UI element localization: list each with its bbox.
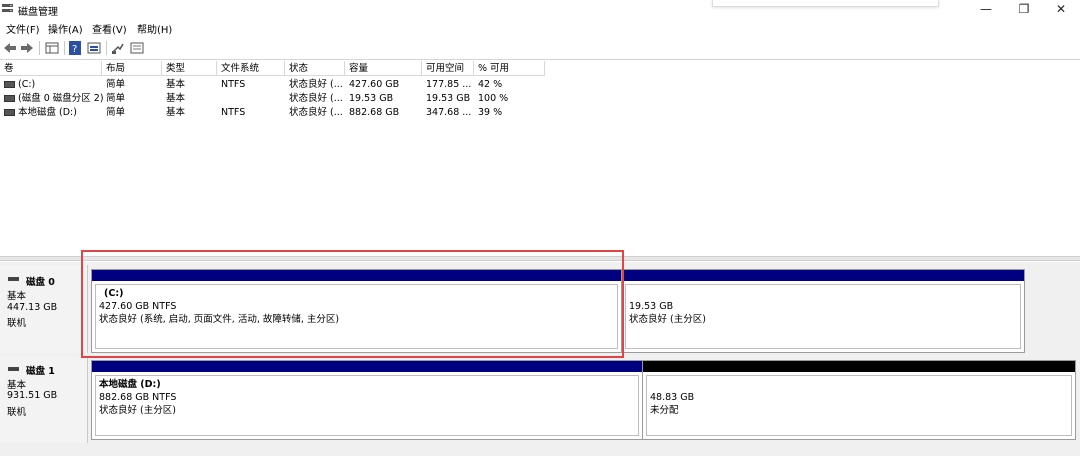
volume-layout: 简单 bbox=[106, 79, 126, 90]
volume-row[interactable]: 本地磁盘 (D:) 简单 基本 NTFS 状态良好 (... 882.68 GB… bbox=[0, 106, 560, 120]
partition-status: 状态良好 (主分区) bbox=[629, 314, 706, 325]
volume-status: 状态良好 (... bbox=[289, 93, 343, 104]
volume-status: 状态良好 (... bbox=[289, 79, 343, 90]
volume-name-cell: 本地磁盘 (D:) bbox=[0, 106, 104, 120]
partition-body: 48.83 GB 未分配 bbox=[646, 375, 1072, 436]
partition-d[interactable]: 本地磁盘 (D:) 882.68 GB NTFS 状态良好 (主分区) bbox=[91, 360, 643, 440]
partition-title: 本地磁盘 (D:) bbox=[99, 379, 161, 390]
disk-state: 联机 bbox=[7, 318, 27, 329]
disk-icon bbox=[8, 367, 19, 371]
volume-name: 本地磁盘 (D:) bbox=[18, 107, 77, 118]
toolbar: ? bbox=[0, 37, 1080, 60]
partition-status: 状态良好 (主分区) bbox=[99, 405, 176, 416]
disk-0-label[interactable]: 磁盘 0 基本 447.13 GB 联机 bbox=[0, 265, 88, 353]
forward-icon[interactable] bbox=[20, 41, 34, 55]
volume-icon bbox=[4, 81, 15, 88]
column-header-capacity[interactable]: 容量 bbox=[345, 61, 422, 76]
restore-button[interactable]: ❐ bbox=[1004, 0, 1044, 18]
menu-bar: 文件(F) 操作(A) 查看(V) 帮助(H) bbox=[0, 18, 1080, 36]
partition-size: 48.83 GB bbox=[650, 392, 695, 403]
volume-percent-free: 42 % bbox=[478, 79, 503, 90]
toolbar-separator bbox=[39, 41, 40, 55]
partition-bar bbox=[92, 361, 642, 372]
menu-help[interactable]: 帮助(H) bbox=[137, 21, 172, 36]
minimize-button[interactable]: — bbox=[966, 0, 1006, 18]
menu-view[interactable]: 查看(V) bbox=[92, 21, 127, 36]
menu-action[interactable]: 操作(A) bbox=[48, 21, 83, 36]
graph-view-icon[interactable] bbox=[87, 41, 101, 55]
window-title: 磁盘管理 bbox=[18, 7, 58, 18]
back-icon[interactable] bbox=[3, 41, 17, 55]
disk-size: 447.13 GB bbox=[7, 302, 58, 313]
partition-body: 本地磁盘 (D:) 882.68 GB NTFS 状态良好 (主分区) bbox=[95, 375, 639, 436]
close-button[interactable]: ✕ bbox=[1041, 0, 1080, 18]
volume-type: 基本 bbox=[166, 107, 186, 118]
title-bar: 磁盘管理 — ❐ ✕ bbox=[0, 0, 1080, 18]
volume-name-cell: (C:) bbox=[0, 78, 104, 92]
toolbar-separator bbox=[106, 41, 107, 55]
volume-type: 基本 bbox=[166, 93, 186, 104]
partition-body: 19.53 GB 状态良好 (主分区) bbox=[625, 284, 1021, 349]
volume-name: (C:) bbox=[18, 79, 36, 90]
partition-disk0-2[interactable]: 19.53 GB 状态良好 (主分区) bbox=[621, 269, 1025, 353]
volume-layout: 简单 bbox=[106, 93, 126, 104]
disk-type: 基本 bbox=[7, 380, 27, 391]
toolbar-separator bbox=[64, 41, 65, 55]
volume-list-icon[interactable] bbox=[45, 41, 59, 55]
highlight-box bbox=[81, 250, 624, 358]
volume-icon bbox=[4, 109, 15, 116]
volume-free-space: 177.85 ... bbox=[426, 79, 472, 90]
partition-status: 未分配 bbox=[650, 405, 679, 416]
volume-type: 基本 bbox=[166, 79, 186, 90]
column-header-volume[interactable]: 卷 bbox=[0, 61, 102, 76]
properties-icon[interactable] bbox=[130, 41, 144, 55]
background-window-frame bbox=[712, 0, 939, 7]
column-header-filesystem[interactable]: 文件系统 bbox=[217, 61, 285, 76]
volume-name: (磁盘 0 磁盘分区 2) bbox=[18, 93, 104, 104]
disk-icon bbox=[8, 277, 19, 281]
disk-state: 联机 bbox=[7, 407, 27, 418]
volume-filesystem: NTFS bbox=[221, 79, 246, 90]
volume-list: 卷 布局 类型 文件系统 状态 容量 可用空间 % 可用 (C:) 简单 基本 … bbox=[0, 61, 1080, 257]
volume-row[interactable]: (磁盘 0 磁盘分区 2) 简单 基本 状态良好 (... 19.53 GB 1… bbox=[0, 92, 560, 106]
disk-size: 931.51 GB bbox=[7, 390, 58, 401]
volume-list-header: 卷 布局 类型 文件系统 状态 容量 可用空间 % 可用 bbox=[0, 61, 1080, 77]
menu-file[interactable]: 文件(F) bbox=[6, 21, 40, 36]
volume-free-space: 347.68 ... bbox=[426, 107, 472, 118]
volume-icon bbox=[4, 95, 15, 102]
partition-size: 19.53 GB bbox=[629, 301, 674, 312]
volume-status: 状态良好 (... bbox=[289, 107, 343, 118]
volume-percent-free: 100 % bbox=[478, 93, 509, 104]
disk-type: 基本 bbox=[7, 291, 27, 302]
volume-layout: 简单 bbox=[106, 107, 126, 118]
volume-row[interactable]: (C:) 简单 基本 NTFS 状态良好 (... 427.60 GB 177.… bbox=[0, 78, 560, 92]
volume-percent-free: 39 % bbox=[478, 107, 503, 118]
partition-bar bbox=[643, 361, 1075, 372]
help-icon[interactable]: ? bbox=[69, 41, 81, 55]
rescan-icon[interactable] bbox=[111, 41, 125, 55]
volume-capacity: 882.68 GB bbox=[349, 107, 400, 118]
disk-name: 磁盘 1 bbox=[26, 366, 55, 377]
column-header-layout[interactable]: 布局 bbox=[102, 61, 162, 76]
disk-name: 磁盘 0 bbox=[26, 277, 55, 288]
column-header-status[interactable]: 状态 bbox=[285, 61, 345, 76]
volume-free-space: 19.53 GB bbox=[426, 93, 471, 104]
volume-capacity: 427.60 GB bbox=[349, 79, 400, 90]
svg-text:?: ? bbox=[72, 44, 77, 55]
column-header-percent-free[interactable]: % 可用 bbox=[474, 61, 545, 76]
disk-management-app-icon bbox=[2, 4, 13, 12]
disk-1-label[interactable]: 磁盘 1 基本 931.51 GB 联机 bbox=[0, 357, 88, 443]
partition-size: 882.68 GB NTFS bbox=[99, 392, 177, 403]
column-header-free-space[interactable]: 可用空间 bbox=[422, 61, 474, 76]
volume-name-cell: (磁盘 0 磁盘分区 2) bbox=[0, 92, 104, 106]
column-header-type[interactable]: 类型 bbox=[162, 61, 217, 76]
partition-bar bbox=[622, 270, 1024, 281]
volume-filesystem: NTFS bbox=[221, 107, 246, 118]
volume-capacity: 19.53 GB bbox=[349, 93, 394, 104]
unallocated-space[interactable]: 48.83 GB 未分配 bbox=[642, 360, 1076, 440]
